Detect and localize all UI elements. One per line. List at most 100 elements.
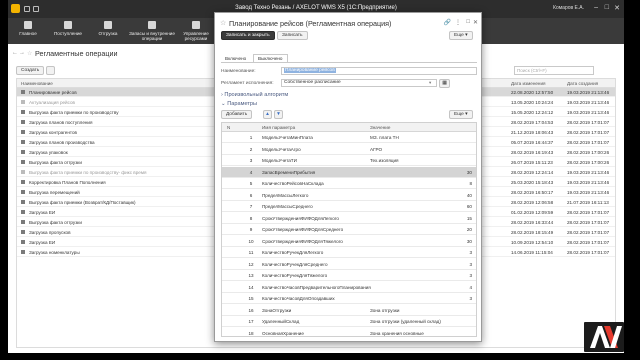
star-icon[interactable]: ☆ (27, 50, 32, 57)
param-row[interactable]: 2 МодельУчетаАгро АГРО (222, 144, 476, 155)
param-value-number: 3 (469, 273, 472, 278)
param-row[interactable]: 3 МодельУчетаТИ Тех.изоляция (222, 155, 476, 166)
row-name: Загрузка упаковок (29, 150, 68, 155)
row-date-exec: 28.02.2019 16:33:44 (511, 220, 554, 225)
row-date-created: 28.02.2019 17:01:07 (567, 130, 610, 135)
more-button[interactable]: Еще ▾ (449, 31, 473, 40)
schedule-label: Регламент исполнения: (221, 81, 274, 86)
section-main[interactable]: Главное (8, 21, 48, 36)
move-up-icon[interactable]: ▲ (263, 110, 272, 119)
home-icon (24, 21, 32, 29)
param-row[interactable]: 1 МодельУчетаМинПлата МЗ. плата ТН (222, 132, 476, 143)
param-n: 3 (249, 158, 253, 163)
row-date-created: 28.02.2019 17:01:07 (567, 240, 610, 245)
chevron-down-icon[interactable]: ▾ (429, 80, 431, 86)
param-name: КоличествоЧасовПредварительногоПланирова… (262, 284, 371, 290)
param-row[interactable]: 16 ЗонаОтгрузки Зона отгрузки (222, 305, 476, 316)
param-row[interactable]: 12 КоличествоРучекДляСреднего 3 (222, 259, 476, 270)
param-n: 16 (248, 307, 254, 313)
col-name[interactable]: Наименование (21, 81, 53, 86)
add-button[interactable]: Добавить (221, 110, 253, 119)
name-field[interactable]: Планирование рейсов (281, 67, 477, 75)
row-name: Загрузка планов поступления (29, 120, 93, 125)
star-icon[interactable]: ☆ (220, 19, 226, 27)
section-stock[interactable]: Запасы и внутренние операции (128, 21, 176, 41)
row-name: Загрузка пропусков (29, 230, 71, 235)
row-date-created: 19.03.2019 21:13:46 (567, 90, 610, 95)
page-title: Регламентные операции (35, 49, 118, 58)
row-date-exec: 15.05.2020 12:24:12 (511, 110, 554, 115)
nav-forward-icon[interactable]: → (19, 50, 25, 56)
close-icon[interactable]: ✕ (614, 4, 620, 12)
save-button[interactable]: Записать (277, 31, 308, 40)
param-n: 13 (248, 273, 254, 278)
param-n: 12 (248, 261, 254, 267)
param-n: 6 (249, 192, 253, 198)
move-down-icon[interactable]: ▼ (274, 110, 283, 119)
param-name: СрокУтвержденияФИФОДляЛегкого (262, 215, 339, 221)
param-row[interactable]: 14 КоличествоЧасовПредварительногоПланиро… (222, 282, 476, 293)
row-date-created: 28.02.2019 17:01:07 (567, 140, 610, 145)
row-date-created: 28.02.2019 17:01:07 (567, 230, 610, 235)
param-row[interactable]: 6 ПределМассыЛегкого 40 (222, 190, 476, 201)
schedule-open-button[interactable]: ▦ (439, 79, 450, 88)
row-name: Актуализация рейсов (29, 100, 75, 105)
operation-icon (21, 170, 25, 174)
row-date-created: 28.02.2019 17:01:07 (567, 250, 610, 255)
col-date-exec[interactable]: Дата изменения (511, 81, 546, 86)
create-button[interactable]: Создать (16, 66, 45, 75)
row-date-created: 28.02.2019 17:00:26 (567, 160, 610, 165)
row-name: Планирование рейсов (29, 90, 77, 95)
boxes-icon (148, 21, 156, 29)
more-icon[interactable]: ⋮ (455, 19, 461, 26)
param-value-number: 40 (466, 192, 472, 198)
params-more-button[interactable]: Еще ▾ (449, 110, 473, 119)
param-n: 5 (249, 181, 253, 186)
param-row[interactable]: 4 ЗапасВремениПрибытия 30 (222, 166, 476, 178)
tab-divider (221, 62, 477, 63)
refresh-icon[interactable] (46, 66, 55, 75)
param-row[interactable]: 15 КоличествоЧасовДляОпоздавших 3 (222, 293, 476, 304)
param-value-number: 60 (466, 204, 472, 209)
section-resources[interactable]: Управление ресурсами (176, 21, 216, 41)
param-row[interactable]: 13 КоличествоРучекДляТяжелого 3 (222, 270, 476, 281)
maximize-icon[interactable]: □ (605, 4, 609, 11)
col-n[interactable]: N (227, 125, 230, 130)
link-icon[interactable]: 🔗 (444, 19, 451, 26)
search-input[interactable]: Поиск (Ctrl+F) (514, 66, 594, 75)
param-row[interactable]: 10 СрокУтвержденияФИФОДляТяжелого 30 (222, 236, 476, 247)
minimize-icon[interactable]: – (594, 4, 598, 11)
param-row[interactable]: 9 СрокУтвержденияФИФОДляСреднего 20 (222, 224, 476, 235)
nav-back-icon[interactable]: ← (12, 50, 18, 56)
operation-icon (21, 180, 25, 184)
col-param-name[interactable]: Имя параметра (262, 125, 295, 130)
param-row[interactable]: 7 ПределМассыСреднего 60 (222, 201, 476, 212)
param-row[interactable]: 18 ОсновнаяХранение Зона хранения основные (222, 328, 476, 337)
param-name: КоличествоРучекДляЛегкого (262, 250, 324, 255)
param-name: МодельУчетаАгро (262, 146, 301, 152)
name-value: Планирование рейсов (284, 68, 336, 73)
section-receiving[interactable]: Поступление (48, 21, 88, 36)
row-date-created: 19.03.2019 21:13:46 (567, 190, 610, 195)
param-name: ЗонаОтгрузки (262, 307, 292, 313)
save-close-button[interactable]: Записать и закрыть (221, 31, 275, 40)
param-name: КоличествоРучекДляСреднего (262, 261, 328, 267)
group-parameters[interactable]: ⌄ Параметры (221, 101, 257, 107)
param-row[interactable]: 8 СрокУтвержденияФИФОДляЛегкого 15 (222, 213, 476, 224)
group-algorithm[interactable]: › Произвольный алгоритм (221, 92, 288, 98)
maximize-icon[interactable]: □ (466, 19, 470, 25)
param-row[interactable]: 11 КоличествоРучекДляЛегкого 3 (222, 247, 476, 258)
row-name: Выгрузка факта отгрузки (29, 160, 82, 165)
col-param-value[interactable]: Значение (370, 125, 390, 130)
param-row[interactable]: 5 КоличествоРейсовНаСклада 8 (222, 178, 476, 189)
param-row[interactable]: 17 УдаленныйСклад Зона отгрузки (удаленный… (222, 316, 476, 327)
row-name: Загрузка планов производства (29, 140, 95, 145)
close-icon[interactable]: ✕ (473, 19, 478, 26)
user-name[interactable]: Комаров Е.А. (553, 5, 584, 11)
param-name: ПределМассыЛегкого (262, 192, 309, 198)
col-date-created[interactable]: Дата создания (567, 81, 598, 86)
section-shipping[interactable]: Отгрузка (88, 21, 128, 36)
row-name: Загрузка номенклатуры (29, 250, 80, 255)
schedule-field[interactable]: Собственное расписание (281, 79, 437, 87)
param-name: КоличествоРучекДляТяжелого (262, 273, 328, 278)
